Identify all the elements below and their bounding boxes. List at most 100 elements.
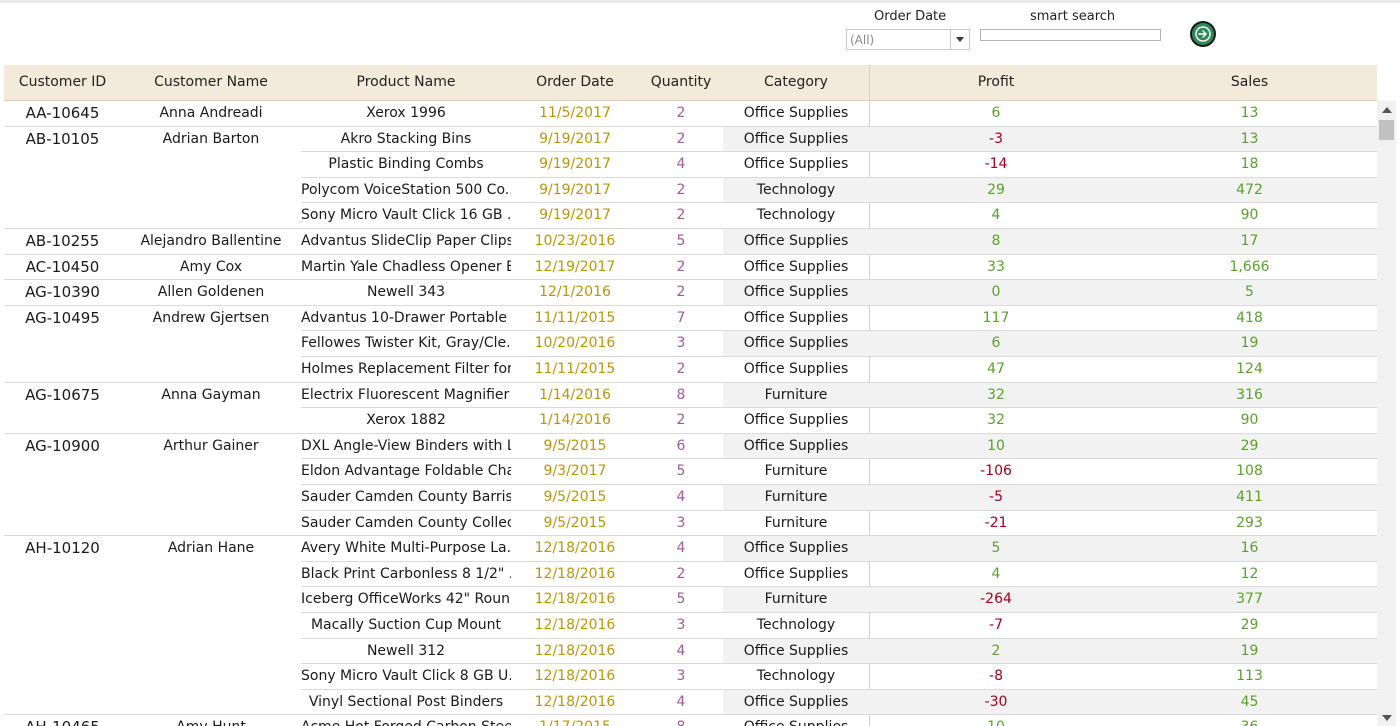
product-name-cell: Advantus 10-Drawer Portable .. [301, 309, 511, 326]
product-name-cell: Akro Stacking Bins [340, 130, 472, 147]
order-date-cell: 11/5/2017 [539, 105, 611, 121]
table-row: AC-10450 Amy Cox Martin Yale Chadless Open… [4, 253, 1377, 281]
column-header-category[interactable]: Category [723, 65, 869, 100]
customer-id-cell [4, 613, 121, 638]
table-header: Customer ID Customer Name Product Name O… [4, 65, 1377, 101]
quantity-cell: 3 [676, 335, 686, 352]
category-cell: Office Supplies [743, 130, 849, 147]
profit-cell: 6 [991, 335, 1001, 352]
product-name-cell: Sony Micro Vault Click 16 GB .. [301, 207, 511, 224]
order-date-cell: 9/5/2015 [543, 514, 607, 531]
quantity-cell: 7 [676, 309, 686, 326]
sales-cell: 12 [1240, 565, 1259, 582]
quantity-cell: 6 [676, 437, 686, 454]
order-date-cell: 10/23/2016 [534, 233, 616, 249]
order-date-dropdown[interactable]: (All) [846, 29, 970, 50]
customer-id-cell [4, 664, 121, 689]
customer-id-cell: AA-10645 [25, 104, 100, 122]
customer-id-cell: AB-10105 [25, 129, 100, 148]
category-cell: Office Supplies [743, 412, 849, 429]
scroll-up-icon[interactable] [1377, 101, 1396, 118]
sales-cell: 108 [1236, 463, 1263, 480]
quantity-cell: 3 [676, 514, 686, 531]
customer-name-cell [121, 152, 301, 177]
customer-name-cell [121, 485, 301, 510]
customer-id-cell: AH-10465 [4, 715, 121, 726]
sales-cell: 113 [1236, 668, 1263, 685]
customer-name-cell: Arthur Gainer [163, 437, 259, 454]
quantity-cell: 3 [676, 617, 686, 633]
product-name-cell: DXL Angle-View Binders with L.. [301, 437, 511, 454]
customer-id-cell [4, 639, 121, 664]
product-name-cell: Advantus SlideClip Paper Clips [301, 233, 511, 249]
scroll-down-icon[interactable] [1377, 709, 1396, 726]
table-row: AH-10120 Adrian Hane Avery White Multi-Pur… [4, 535, 1377, 562]
profit-cell: 33 [987, 258, 1005, 275]
go-button[interactable] [1190, 21, 1216, 47]
quantity-cell: 2 [676, 181, 686, 198]
profit-cell: 2 [991, 642, 1001, 659]
customer-name-cell: Amy Cox [179, 258, 243, 275]
column-header-order-date[interactable]: Order Date [511, 65, 639, 100]
customer-name-cell [121, 408, 301, 433]
product-name-cell: Newell 343 [366, 284, 446, 301]
quantity-cell: 8 [676, 386, 686, 403]
profit-cell: -264 [980, 591, 1012, 608]
quantity-cell: 5 [676, 233, 686, 249]
smart-search-input[interactable] [980, 29, 1161, 41]
order-date-cell: 11/11/2015 [534, 361, 616, 377]
table-row: Newell 312 12/18/2016 4 Office Supplies 2 19 [4, 637, 1377, 665]
order-date-cell: 12/18/2016 [534, 693, 616, 710]
scrollbar-thumb[interactable] [1379, 120, 1394, 140]
profit-cell: 10 [987, 437, 1005, 454]
quantity-cell: 4 [676, 489, 686, 505]
table-row: Sony Micro Vault Click 16 GB .. 9/19/2017… [4, 202, 1377, 229]
quantity-cell: 2 [676, 565, 686, 582]
profit-cell: -3 [989, 130, 1003, 147]
order-date-cell: 9/19/2017 [539, 156, 611, 173]
profit-cell: -106 [980, 463, 1012, 480]
order-date-cell: 12/18/2016 [534, 617, 616, 633]
profit-cell: -21 [984, 514, 1008, 531]
customer-id-cell: AG-10495 [25, 308, 100, 327]
profit-cell: 4 [991, 207, 1001, 224]
column-header-quantity[interactable]: Quantity [639, 65, 723, 100]
sales-cell: 17 [1240, 233, 1259, 249]
column-header-sales[interactable]: Sales [1122, 65, 1377, 100]
vertical-scrollbar[interactable] [1377, 101, 1396, 726]
table-row: AB-10255 Alejandro Ballentine Advantus Sli… [4, 228, 1377, 255]
order-date-cell: 11/11/2015 [534, 309, 616, 326]
row-divider [301, 151, 1377, 153]
product-name-cell: Black Print Carbonless 8 1/2" .. [301, 565, 511, 582]
table-row: Sauder Camden County Barris.. 9/5/2015 4 Fu… [4, 484, 1377, 511]
order-date-cell: 9/5/2015 [543, 489, 607, 505]
row-divider [4, 432, 1377, 434]
column-header-product-name[interactable]: Product Name [301, 65, 511, 100]
table-row: Vinyl Sectional Post Binders 12/18/2016 4 O… [4, 688, 1377, 716]
customer-id-cell: AG-10675 [25, 385, 100, 404]
order-date-cell: 12/1/2016 [539, 284, 611, 301]
order-date-cell: 9/19/2017 [539, 207, 611, 224]
customer-name-cell: Allen Goldenen [157, 284, 265, 301]
table-row: AG-10390 Allen Goldenen Newell 343 12/1/201… [4, 279, 1377, 306]
profit-cell: 0 [991, 284, 1001, 301]
row-divider [4, 253, 1377, 255]
customer-id-cell [4, 587, 121, 612]
order-date-cell: 1/17/2015 [511, 715, 639, 726]
customer-id-cell [4, 408, 121, 433]
profit-cell: 4 [991, 565, 1001, 582]
sales-cell: 90 [1240, 207, 1259, 224]
product-name-cell: Avery White Multi-Purpose La.. [301, 540, 511, 557]
customer-id-cell: AC-10450 [25, 257, 100, 276]
category-cell: Office Supplies [743, 335, 849, 352]
chevron-down-icon[interactable] [950, 30, 969, 49]
table-row: Sauder Camden County Collec.. 9/5/2015 3 Fu… [4, 509, 1377, 537]
row-divider [4, 714, 1377, 716]
product-name-cell: Xerox 1996 [366, 105, 446, 121]
sales-cell: 377 [1236, 591, 1263, 608]
category-cell: Office Supplies [743, 565, 849, 582]
column-header-profit[interactable]: Profit [870, 65, 1122, 100]
column-header-customer-id[interactable]: Customer ID [4, 65, 121, 100]
sales-cell: 19 [1240, 642, 1259, 659]
column-header-customer-name[interactable]: Customer Name [121, 65, 301, 100]
